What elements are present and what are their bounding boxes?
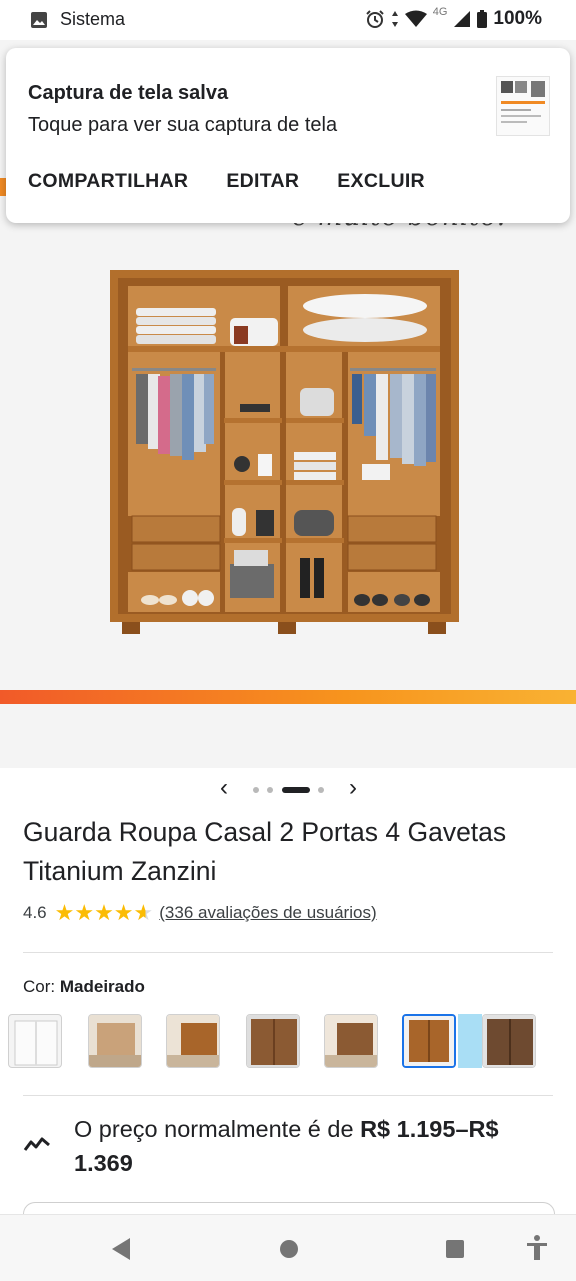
price-text: O preço normalmente é de R$ 1.195–R$ 1.3…: [74, 1112, 544, 1180]
image-carousel-controls: ‹ ›: [0, 774, 576, 804]
price-prefix: O preço normalmente é de: [74, 1116, 361, 1142]
battery-icon: [477, 10, 488, 28]
screenshot-saved-notification[interactable]: Captura de tela salva Toque para ver sua…: [6, 48, 570, 223]
screenshot-thumbnail[interactable]: [496, 76, 550, 136]
color-label: Cor: Madeirado: [23, 977, 145, 996]
rating-row: 4.6 ★★★★★ (336 avaliações de usuários): [23, 900, 377, 926]
edit-action-button[interactable]: EDITAR: [226, 170, 299, 193]
swatch-branco[interactable]: [8, 1014, 62, 1068]
wardrobe-image: [110, 270, 459, 634]
back-icon[interactable]: [110, 1237, 132, 1261]
notification-source-label: Sistema: [60, 9, 126, 29]
status-bar-left: Sistema: [30, 9, 125, 30]
divider: [23, 952, 553, 953]
swatch-imbuia[interactable]: [482, 1014, 536, 1068]
wifi-icon: [404, 10, 427, 27]
swatch-room-3[interactable]: [324, 1014, 378, 1068]
cell-signal-icon: [454, 11, 471, 27]
carousel-dot[interactable]: [267, 787, 273, 793]
home-icon[interactable]: [279, 1239, 299, 1259]
banner-gradient-bar: [0, 690, 576, 704]
alarm-icon: [365, 10, 384, 28]
carousel-dot-active[interactable]: [282, 787, 310, 793]
carousel-dot[interactable]: [318, 787, 324, 793]
carousel-dot[interactable]: [253, 787, 259, 793]
notification-title: Captura de tela salva: [28, 82, 229, 104]
share-action-button[interactable]: COMPARTILHAR: [28, 170, 188, 193]
swatch-madeirado-selected[interactable]: [402, 1014, 456, 1068]
rating-value: 4.6: [23, 903, 47, 922]
delete-action-button[interactable]: EXCLUIR: [337, 170, 425, 193]
notification-actions: COMPARTILHAR EDITAR EXCLUIR: [28, 170, 425, 193]
price-trend-icon: [23, 1137, 50, 1151]
image-notification-icon: [31, 11, 47, 28]
status-bar-right: 4G 100%: [365, 6, 542, 30]
star-rating-icon: ★★★★★: [54, 900, 154, 925]
notification-text[interactable]: Toque para ver sua captura de tela: [28, 114, 337, 137]
selected-color-name: Madeirado: [59, 977, 145, 996]
reviews-link[interactable]: (336 avaliações de usuários): [159, 903, 376, 923]
selection-highlight: [458, 1014, 482, 1068]
swatch-room-2[interactable]: [166, 1014, 220, 1068]
accessibility-icon[interactable]: [526, 1235, 548, 1261]
system-navigation-bar: [0, 1214, 576, 1281]
battery-percentage: 100%: [493, 8, 542, 29]
network-type-label: 4G: [432, 6, 448, 18]
color-swatches: [8, 1014, 568, 1070]
swatch-room-1[interactable]: [88, 1014, 142, 1068]
recents-icon[interactable]: [445, 1239, 465, 1259]
previous-image-button[interactable]: ‹: [212, 774, 236, 802]
product-title: Guarda Roupa Casal 2 Portas 4 Gavetas Ti…: [23, 817, 507, 886]
divider: [23, 1095, 553, 1096]
next-image-button[interactable]: ›: [341, 774, 365, 802]
data-arrows-icon: [391, 11, 398, 27]
swatch-nogueira[interactable]: [246, 1014, 300, 1068]
status-bar: Sistema 4G 100%: [0, 0, 576, 40]
